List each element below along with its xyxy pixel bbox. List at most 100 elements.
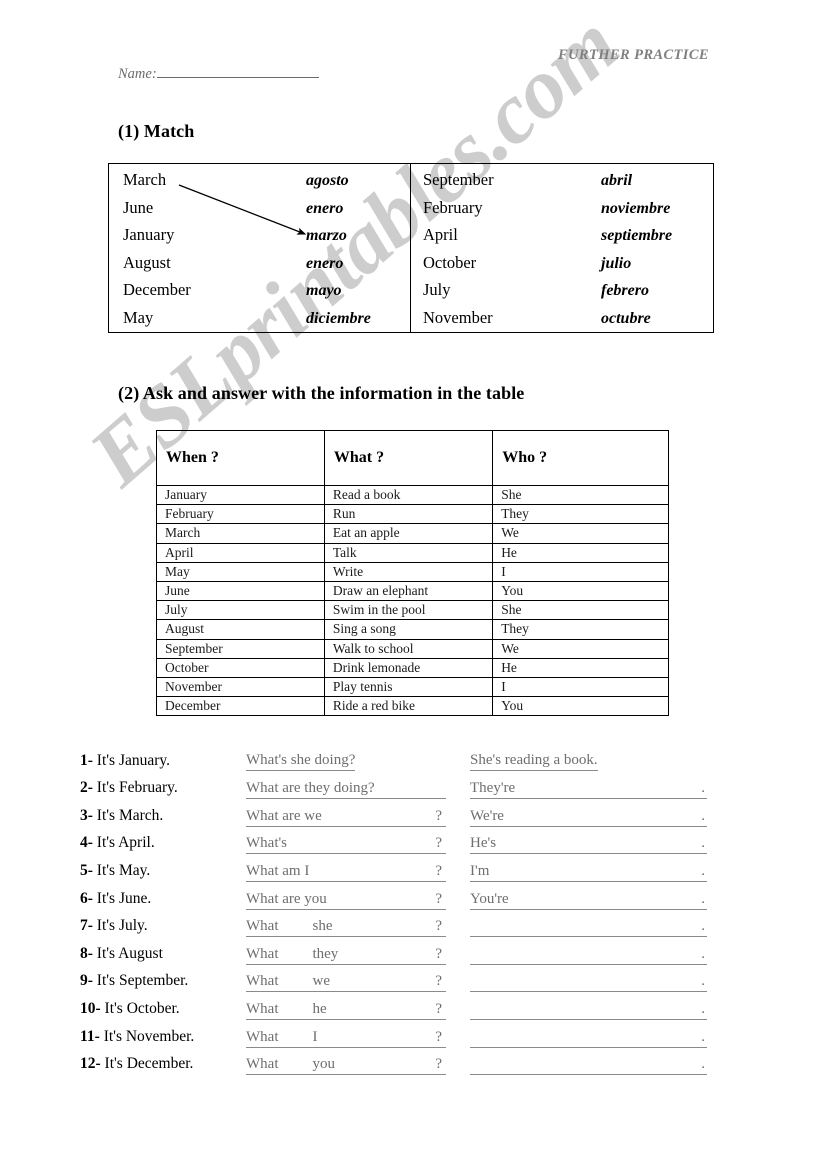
cell-what: Draw an elephant (323, 581, 494, 602)
match-row: April septiembre (411, 225, 713, 253)
answer-period: . (701, 807, 705, 824)
answer-blank[interactable]: She's reading a book. (470, 752, 707, 772)
question-blank[interactable]: What you? (246, 1055, 446, 1076)
question-blank[interactable]: What are we? (246, 807, 446, 827)
exercise-number: 11- (80, 1027, 100, 1045)
answer-blank[interactable]: They're. (470, 779, 707, 800)
answer-blank[interactable]: We're. (470, 807, 707, 827)
name-field-row: Name: (118, 64, 319, 83)
question-pronoun: I (312, 1028, 318, 1045)
exercise-prompt-text: It's November. (99, 1027, 195, 1045)
exercise-row: 12- It's December. What you?. (80, 1048, 740, 1076)
match-spanish-term[interactable]: noviembre (601, 200, 670, 218)
match-english-term[interactable]: May (109, 308, 304, 328)
match-spanish-term[interactable]: diciembre (304, 310, 371, 328)
exercise-prompt-text: It's July. (92, 917, 148, 935)
cell-when: April (156, 542, 325, 563)
match-spanish-term[interactable]: septiembre (601, 227, 672, 245)
cell-when: March (156, 523, 325, 544)
table-header-row: When ? What ? Who ? (156, 430, 669, 486)
match-spanish-term[interactable]: enero (304, 200, 343, 218)
question-blank[interactable]: What are you? (246, 890, 446, 910)
exercise-list: 1- It's January. What's she doing? She's r… (80, 744, 740, 1076)
table-row: November Play tennis I (156, 677, 669, 698)
question-blank[interactable]: What's she doing? (246, 752, 446, 772)
answer-blank[interactable]: He's. (470, 834, 707, 855)
match-english-term[interactable]: March (109, 170, 304, 190)
answer-blank[interactable]: . (470, 1055, 707, 1076)
match-table: March agosto June enero January marzo August en… (108, 163, 714, 333)
table-row: January Read a book She (156, 484, 669, 506)
exercise-prompt: 8- It's August (80, 945, 246, 965)
cell-what: Play tennis (323, 677, 494, 698)
question-blank[interactable]: What she? (246, 917, 446, 938)
question-mark: ? (435, 807, 442, 824)
match-spanish-term[interactable]: julio (601, 255, 631, 273)
cell-when: July (156, 600, 325, 621)
match-spanish-term[interactable]: agosto (304, 172, 349, 190)
cell-who: You (492, 581, 669, 602)
question-blank[interactable]: What we? (246, 972, 446, 993)
match-english-term[interactable]: August (109, 253, 304, 273)
match-english-term[interactable]: January (109, 225, 304, 245)
question-blank[interactable]: What he? (246, 1000, 446, 1020)
exercise-number: 8- (80, 944, 93, 962)
exercise-number: 12- (80, 1055, 101, 1073)
match-english-term[interactable]: February (411, 198, 601, 218)
match-spanish-term[interactable]: marzo (304, 227, 347, 245)
match-english-term[interactable]: April (411, 225, 601, 245)
match-spanish-term[interactable]: octubre (601, 310, 651, 328)
cell-what: Run (323, 504, 494, 525)
answer-blank[interactable]: . (470, 945, 707, 965)
match-english-term[interactable]: July (411, 280, 601, 300)
match-english-term[interactable]: September (411, 170, 601, 190)
question-word: What am (246, 862, 301, 879)
name-label: Name: (118, 66, 157, 82)
answer-blank[interactable]: . (470, 917, 707, 938)
question-blank[interactable]: What they? (246, 945, 446, 965)
answer-period: . (701, 945, 705, 962)
exercise-prompt-text: It's August (92, 944, 163, 962)
answer-period: . (701, 862, 705, 879)
exercise-row: 7- It's July. What she?. (80, 910, 740, 938)
table-row: April Talk He (156, 542, 669, 563)
answer-blank[interactable]: . (470, 1000, 707, 1020)
match-spanish-term[interactable]: febrero (601, 282, 649, 300)
match-row: January marzo (109, 225, 410, 253)
name-input-blank[interactable] (156, 64, 319, 78)
match-english-term[interactable]: June (109, 198, 304, 218)
match-spanish-term[interactable]: enero (304, 255, 343, 273)
exercise-prompt-text: It's October. (100, 999, 180, 1017)
answer-blank[interactable]: I'm. (470, 862, 707, 882)
answer-blank[interactable]: . (470, 972, 707, 993)
question-blank[interactable]: What's? (246, 834, 446, 855)
question-mark: ? (435, 1000, 442, 1017)
match-english-term[interactable]: November (411, 308, 601, 328)
question-mark: ? (435, 918, 442, 935)
cell-what: Drink lemonade (323, 657, 494, 679)
match-english-term[interactable]: October (411, 253, 601, 273)
question-blank[interactable]: What am I? (246, 862, 446, 882)
match-row: February noviembre (411, 198, 713, 226)
match-spanish-term[interactable]: mayo (304, 282, 342, 300)
question-pronoun: we (304, 807, 322, 824)
cell-who: He (492, 657, 669, 679)
cell-when: January (156, 484, 325, 506)
question-blank[interactable]: What are they doing? (246, 779, 446, 800)
match-english-term[interactable]: December (109, 280, 304, 300)
answer-blank[interactable]: You're. (470, 890, 707, 910)
question-text: What's (246, 835, 287, 852)
match-row: March agosto (109, 170, 410, 198)
cell-what: Sing a song (323, 619, 494, 640)
cell-what: Walk to school (323, 638, 494, 659)
match-spanish-term[interactable]: abril (601, 172, 632, 190)
question-word: What (246, 973, 279, 990)
exercise-number: 1- (80, 751, 93, 769)
table-row: June Draw an elephant You (156, 581, 669, 602)
exercise-prompt: 3- It's March. (80, 807, 246, 827)
exercise-number: 5- (80, 861, 93, 879)
answer-blank[interactable]: . (470, 1028, 707, 1048)
question-word: What are (246, 890, 301, 907)
question-mark: ? (435, 890, 442, 907)
question-blank[interactable]: What I? (246, 1028, 446, 1048)
